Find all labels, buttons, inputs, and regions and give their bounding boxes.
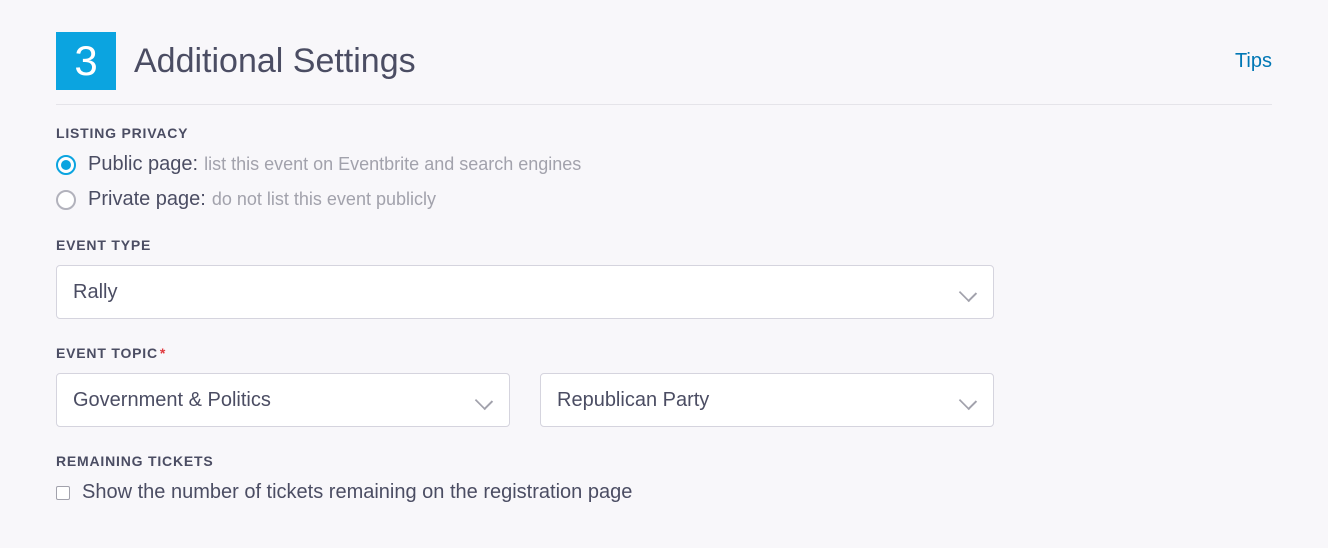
event-topic-label-text: EVENT TOPIC: [56, 345, 158, 361]
event-topic-selects: Government & Politics Republican Party: [56, 373, 1272, 427]
additional-settings-section: 3 Additional Settings Tips LISTING PRIVA…: [0, 0, 1328, 504]
radio-icon: [56, 190, 76, 210]
event-type-label: EVENT TYPE: [56, 237, 1272, 253]
event-type-select[interactable]: Rally: [56, 265, 994, 319]
event-topic-label: EVENT TOPIC*: [56, 345, 1272, 361]
remaining-tickets-checkbox[interactable]: Show the number of tickets remaining on …: [56, 481, 1272, 504]
step-number-badge: 3: [56, 32, 116, 90]
public-page-title: Public page:: [88, 153, 198, 176]
chevron-down-icon: [959, 391, 977, 409]
private-page-title: Private page:: [88, 188, 206, 211]
remaining-tickets-label: REMAINING TICKETS: [56, 453, 1272, 469]
event-type-value: Rally: [73, 281, 959, 304]
private-page-desc: do not list this event publicly: [212, 189, 436, 210]
listing-privacy-block: LISTING PRIVACY Public page: list this e…: [56, 125, 1272, 211]
event-topic-primary-value: Government & Politics: [73, 389, 475, 412]
chevron-down-icon: [475, 391, 493, 409]
event-type-block: EVENT TYPE Rally: [56, 237, 1272, 319]
required-indicator: *: [160, 345, 166, 361]
event-topic-primary-select[interactable]: Government & Politics: [56, 373, 510, 427]
event-topic-secondary-value: Republican Party: [557, 389, 959, 412]
event-topic-block: EVENT TOPIC* Government & Politics Repub…: [56, 345, 1272, 427]
event-topic-secondary-select[interactable]: Republican Party: [540, 373, 994, 427]
remaining-tickets-block: REMAINING TICKETS Show the number of tic…: [56, 453, 1272, 504]
tips-link[interactable]: Tips: [1235, 50, 1272, 73]
remaining-tickets-checkbox-label: Show the number of tickets remaining on …: [82, 481, 632, 504]
public-page-desc: list this event on Eventbrite and search…: [204, 154, 581, 175]
chevron-down-icon: [959, 283, 977, 301]
public-page-radio[interactable]: Public page: list this event on Eventbri…: [56, 153, 1272, 176]
private-page-radio[interactable]: Private page: do not list this event pub…: [56, 188, 1272, 211]
section-header: 3 Additional Settings Tips: [56, 32, 1272, 105]
checkbox-icon: [56, 486, 70, 500]
listing-privacy-label: LISTING PRIVACY: [56, 125, 1272, 141]
radio-icon: [56, 155, 76, 175]
section-title: Additional Settings: [134, 42, 1235, 81]
